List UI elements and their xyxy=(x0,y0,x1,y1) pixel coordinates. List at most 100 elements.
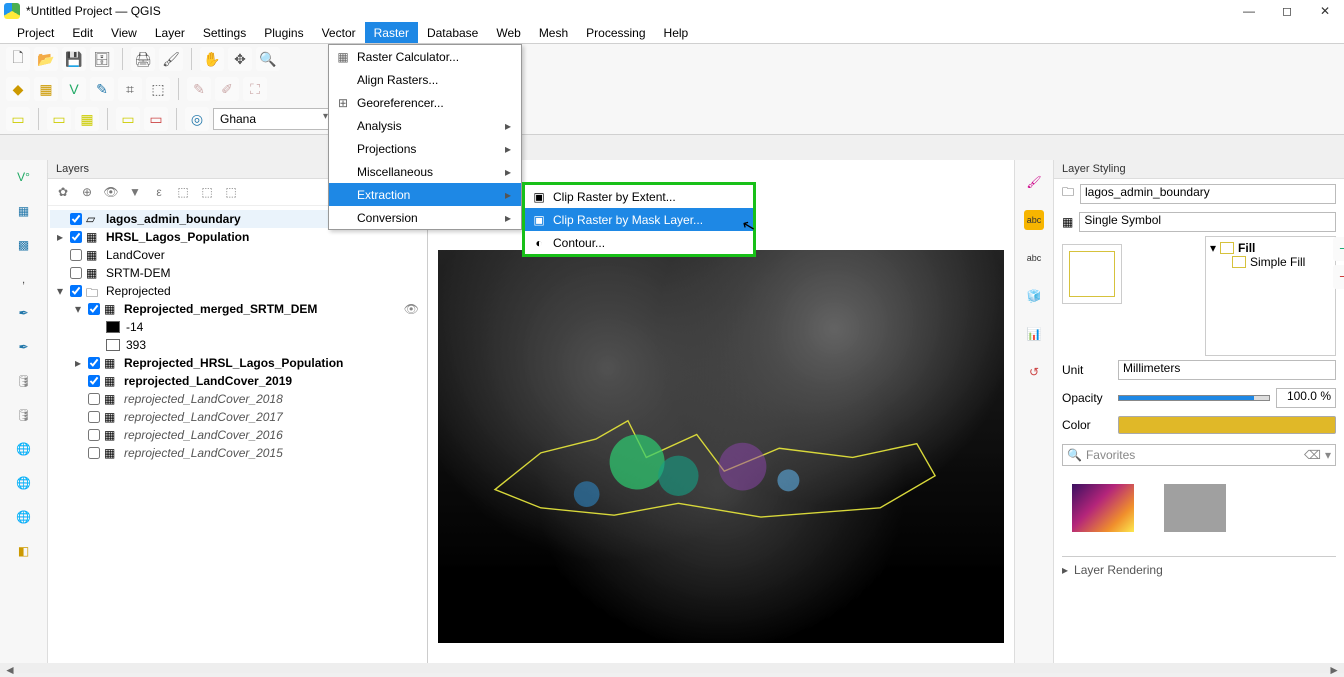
zoom-in-icon[interactable]: 🔍 xyxy=(256,47,280,71)
select-feat-icon[interactable]: ▭ xyxy=(47,107,71,131)
select-all-icon[interactable]: ▦ xyxy=(75,107,99,131)
layer-visibility-checkbox[interactable] xyxy=(88,303,100,315)
save-project-icon[interactable]: 💾 xyxy=(62,47,86,71)
layer--14[interactable]: -14 xyxy=(50,318,425,336)
layer-visibility-checkbox[interactable] xyxy=(88,411,100,423)
map-view[interactable] xyxy=(438,250,1004,643)
pan-selection-icon[interactable]: ✥ xyxy=(228,47,252,71)
opacity-value[interactable]: 100.0 % xyxy=(1276,388,1336,408)
vector-new-icon[interactable]: V° xyxy=(11,164,37,190)
layer-add-group-icon[interactable]: ⊕ xyxy=(78,183,96,201)
menu-help[interactable]: Help xyxy=(655,22,698,43)
menu-layer[interactable]: Layer xyxy=(146,22,194,43)
menuitem-contour-[interactable]: ◐Contour... xyxy=(525,231,753,254)
layer-visibility-icon[interactable]: 👁 xyxy=(102,183,120,201)
layer-visibility-checkbox[interactable] xyxy=(88,393,100,405)
raster-new-icon[interactable]: ▦ xyxy=(11,198,37,224)
misc-icon[interactable]: ⬚ xyxy=(146,77,170,101)
select-poly-icon[interactable]: ▭ xyxy=(116,107,140,131)
layout-manager-icon[interactable]: 🖨 xyxy=(131,47,155,71)
menu-vector[interactable]: Vector xyxy=(313,22,365,43)
new-project-icon[interactable]: 🗋 xyxy=(6,47,30,71)
csv-icon[interactable]: , xyxy=(11,266,37,292)
layers-tree[interactable]: ▱lagos_admin_boundary👁▸▦HRSL_Lagos_Popul… xyxy=(48,206,427,663)
styling-symbol-select[interactable]: Single Symbol xyxy=(1079,212,1336,232)
menuitem-projections[interactable]: Projections▸ xyxy=(329,137,521,160)
menu-plugins[interactable]: Plugins xyxy=(255,22,312,43)
close-button[interactable]: ✕ xyxy=(1318,4,1332,18)
menu-mesh[interactable]: Mesh xyxy=(530,22,577,43)
history-icon[interactable]: ↺ xyxy=(1024,362,1044,382)
layer-reprojected-landcover-2015[interactable]: ▦reprojected_LandCover_2015 xyxy=(50,444,425,462)
chart-icon[interactable]: 📊 xyxy=(1024,324,1044,344)
menu-database[interactable]: Database xyxy=(418,22,487,43)
menu-project[interactable]: Project xyxy=(8,22,63,43)
select-rect-icon[interactable]: ▭ xyxy=(6,107,30,131)
layer-rendering-section[interactable]: ▸ Layer Rendering xyxy=(1062,556,1336,583)
cube-icon[interactable]: ◧ xyxy=(11,538,37,564)
menuitem-extraction[interactable]: Extraction▸ xyxy=(329,183,521,206)
swatch-gray[interactable] xyxy=(1164,484,1226,532)
locator-icon[interactable]: ◎ xyxy=(185,107,209,131)
pan-icon[interactable]: ✋ xyxy=(200,47,224,71)
open-project-icon[interactable]: 📂 xyxy=(34,47,58,71)
minimize-button[interactable]: — xyxy=(1242,4,1256,18)
layer-visibility-checkbox[interactable] xyxy=(88,447,100,459)
layer-visibility-checkbox[interactable] xyxy=(70,249,82,261)
layer-visibility-checkbox[interactable] xyxy=(70,267,82,279)
edit-misc-icon[interactable]: ⛶ xyxy=(243,77,267,101)
horizontal-scrollbar[interactable]: ◄► xyxy=(0,663,1344,673)
menu-settings[interactable]: Settings xyxy=(194,22,255,43)
layer-reprojected[interactable]: ▾🗀Reprojected xyxy=(50,282,425,300)
save-as-icon[interactable]: 🗄 xyxy=(90,47,114,71)
label-bg-icon[interactable]: abc xyxy=(1024,210,1044,230)
menuitem-miscellaneous[interactable]: Miscellaneous▸ xyxy=(329,160,521,183)
extraction-submenu[interactable]: ▣Clip Raster by Extent...▣Clip Raster by… xyxy=(522,182,756,257)
add-vector-icon[interactable]: ◆ xyxy=(6,77,30,101)
globe3-icon[interactable]: 🌐 xyxy=(11,504,37,530)
swatch-gradient[interactable] xyxy=(1072,484,1134,532)
styling-layer-select[interactable]: lagos_admin_boundary xyxy=(1080,184,1336,204)
menuitem-conversion[interactable]: Conversion▸ xyxy=(329,206,521,229)
menuitem-clip-raster-by-extent-[interactable]: ▣Clip Raster by Extent... xyxy=(525,185,753,208)
menu-web[interactable]: Web xyxy=(487,22,529,43)
layer-reprojected-merged-srtm-dem[interactable]: ▾▦Reprojected_merged_SRTM_DEM👁 xyxy=(50,300,425,318)
style-manager-icon[interactable]: 🖌 xyxy=(159,47,183,71)
deselect-icon[interactable]: ▭ xyxy=(144,107,168,131)
remove-symbol-layer-icon[interactable]: － xyxy=(1333,265,1344,289)
maximize-button[interactable]: ◻ xyxy=(1280,4,1294,18)
symbol-layer-tree[interactable]: ▾Fill Simple Fill ＋ － xyxy=(1205,236,1336,356)
globe-icon[interactable]: 🌐 xyxy=(11,436,37,462)
pen2-icon[interactable]: ✒ xyxy=(11,334,37,360)
layer-visibility-checkbox[interactable] xyxy=(70,213,82,225)
pen-icon[interactable]: ✒ xyxy=(11,300,37,326)
brush-icon[interactable]: 🖌 xyxy=(1024,172,1044,192)
layer-landcover[interactable]: ▦LandCover xyxy=(50,246,425,264)
mesh-new-icon[interactable]: ▩ xyxy=(11,232,37,258)
layer-visibility-checkbox[interactable] xyxy=(88,429,100,441)
layer-reprojected-landcover-2018[interactable]: ▦reprojected_LandCover_2018 xyxy=(50,390,425,408)
add-symbol-layer-icon[interactable]: ＋ xyxy=(1333,237,1344,261)
pencil-icon[interactable]: ✎ xyxy=(90,77,114,101)
label-icon[interactable]: abc xyxy=(1024,248,1044,268)
menu-view[interactable]: View xyxy=(102,22,146,43)
edit-save-icon[interactable]: ✐ xyxy=(215,77,239,101)
layer-expand-icon[interactable]: ⬚ xyxy=(174,183,192,201)
layer-visibility-checkbox[interactable] xyxy=(88,375,100,387)
layer-collapse-icon[interactable]: ⬚ xyxy=(198,183,216,201)
location-combo[interactable]: Ghana xyxy=(213,108,333,130)
layer-393[interactable]: 393 xyxy=(50,336,425,354)
layer-expr-icon[interactable]: ε xyxy=(150,183,168,201)
menu-processing[interactable]: Processing xyxy=(577,22,654,43)
add-raster-icon[interactable]: ▦ xyxy=(34,77,58,101)
menu-edit[interactable]: Edit xyxy=(63,22,102,43)
menuitem-clip-raster-by-mask-layer-[interactable]: ▣Clip Raster by Mask Layer... xyxy=(525,208,753,231)
dropdown-icon[interactable]: ▾ xyxy=(1325,448,1331,462)
favorites-search[interactable]: 🔍 Favorites ⌫ ▾ xyxy=(1062,444,1336,466)
unit-select[interactable]: Millimeters xyxy=(1118,360,1336,380)
edit-toggle-icon[interactable]: ✎ xyxy=(187,77,211,101)
layer-style-icon[interactable]: ✿ xyxy=(54,183,72,201)
db2-icon[interactable]: 🛢 xyxy=(11,402,37,428)
menuitem-raster-calculator-[interactable]: ▦Raster Calculator... xyxy=(329,45,521,68)
layer-visibility-checkbox[interactable] xyxy=(70,231,82,243)
